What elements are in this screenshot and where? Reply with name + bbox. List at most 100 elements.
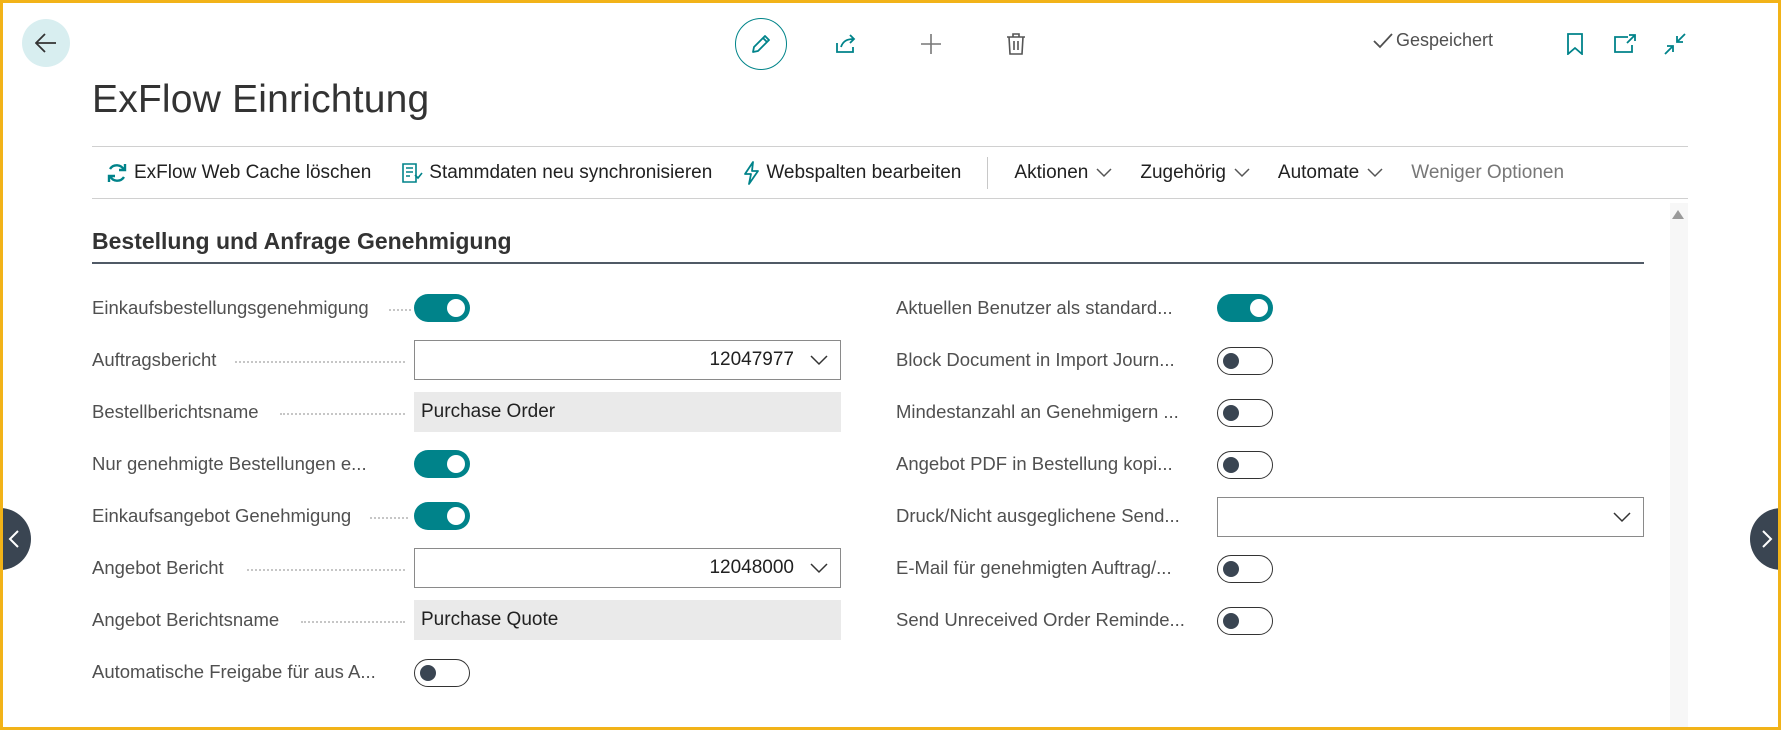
print-unreconciled-select[interactable]: [1217, 497, 1644, 537]
field-label: E-Mail für genehmigten Auftrag/...: [896, 557, 1172, 578]
field-label: Automatische Freigabe für aus A...: [92, 661, 376, 682]
section-divider: [92, 262, 1644, 264]
back-button[interactable]: [22, 19, 70, 67]
min-approvers-toggle[interactable]: [1217, 399, 1273, 427]
document-sync-icon: [402, 162, 423, 183]
field-row: Angebot Berichtsname: [92, 600, 279, 640]
related-menu-label: Zugehörig: [1140, 161, 1226, 183]
field-label: Aktuellen Benutzer als standard...: [896, 297, 1173, 318]
only-approved-orders-toggle[interactable]: [414, 450, 470, 478]
share-icon: [836, 34, 856, 53]
chevron-down-icon: [810, 562, 828, 573]
actions-menu-label: Aktionen: [1014, 161, 1089, 183]
field-row: Einkaufsangebot Genehmigung: [92, 496, 351, 536]
field-row: Auftragsbericht: [92, 340, 216, 380]
quote-report-select[interactable]: 12048000: [414, 548, 841, 588]
automate-menu-label: Automate: [1277, 161, 1360, 183]
block-document-toggle[interactable]: [1217, 347, 1273, 375]
window-controls: [1550, 28, 1700, 60]
resync-label: Stammdaten neu synchronisieren: [429, 161, 713, 183]
scroll-up-arrow-icon[interactable]: [1672, 210, 1684, 219]
lightning-icon: [744, 160, 760, 185]
order-report-value: 12047977: [709, 349, 794, 370]
delete-button[interactable]: [990, 18, 1042, 70]
bookmark-button[interactable]: [1550, 28, 1600, 60]
field-label: Block Document in Import Journ...: [896, 349, 1175, 370]
open-new-window-button[interactable]: [1600, 28, 1650, 60]
previous-record-button[interactable]: [0, 508, 31, 570]
field-row: Block Document in Import Journ...: [896, 340, 1175, 380]
chevron-down-icon: [1234, 167, 1250, 177]
saved-status: Gespeichert: [1373, 30, 1493, 51]
automatic-release-toggle[interactable]: [414, 659, 470, 687]
next-record-button[interactable]: [1750, 508, 1781, 570]
bookmark-icon: [1567, 33, 1583, 55]
leader-dots: [389, 309, 411, 311]
actions-menu[interactable]: Aktionen: [1000, 162, 1126, 184]
field-row: Bestellberichtsname: [92, 392, 259, 432]
field-row: Angebot Bericht: [92, 548, 224, 588]
related-menu[interactable]: Zugehörig: [1126, 162, 1264, 184]
leader-dots: [235, 361, 405, 363]
section-title: Bestellung und Anfrage Genehmigung: [92, 228, 512, 254]
clear-cache-action[interactable]: ExFlow Web Cache löschen: [92, 147, 387, 198]
quote-approval-toggle[interactable]: [414, 502, 470, 530]
leader-dots: [280, 413, 405, 415]
fewer-options-button[interactable]: Weniger Optionen: [1397, 162, 1578, 184]
field-row: Angebot PDF in Bestellung kopi...: [896, 444, 1173, 484]
field-label: Mindestanzahl an Genehmigern ...: [896, 401, 1179, 422]
saved-label: Gespeichert: [1396, 30, 1494, 50]
edit-button[interactable]: [735, 18, 787, 70]
top-actions: [735, 18, 1075, 70]
chevron-right-icon: [1762, 530, 1773, 548]
arrow-left-icon: [35, 33, 56, 53]
field-row: Mindestanzahl an Genehmigern ...: [896, 392, 1179, 432]
field-label: Angebot PDF in Bestellung kopi...: [896, 453, 1173, 474]
field-label: Einkaufsangebot Genehmigung: [92, 505, 352, 526]
share-button[interactable]: [820, 18, 872, 70]
trash-icon: [1007, 33, 1025, 55]
vertical-scrollbar[interactable]: [1670, 203, 1688, 730]
pencil-icon: [752, 35, 770, 53]
order-report-select[interactable]: 12047977: [414, 340, 841, 380]
chevron-down-icon: [1367, 167, 1383, 177]
quote-report-name: Purchase Quote: [414, 600, 841, 640]
action-separator: [987, 156, 989, 189]
field-label: Send Unreceived Order Reminde...: [896, 609, 1185, 630]
edit-columns-label: Webspalten bearbeiten: [766, 161, 962, 183]
field-row: Nur genehmigte Bestellungen e...: [92, 444, 367, 484]
chevron-down-icon: [810, 354, 828, 365]
field-row: Send Unreceived Order Reminde...: [896, 600, 1185, 640]
field-row: Aktuellen Benutzer als standard...: [896, 288, 1173, 328]
purchase-order-approval-toggle[interactable]: [414, 294, 470, 322]
leader-dots: [370, 517, 408, 519]
collapse-button[interactable]: [1650, 28, 1700, 60]
chevron-down-icon: [1613, 511, 1631, 522]
clear-cache-label: ExFlow Web Cache löschen: [134, 161, 372, 183]
field-row: Einkaufsbestellungsgenehmigung: [92, 288, 369, 328]
current-user-default-toggle[interactable]: [1217, 294, 1273, 322]
field-label: Angebot Berichtsname: [92, 609, 280, 630]
edit-columns-action[interactable]: Webspalten bearbeiten: [728, 147, 977, 198]
copy-quote-pdf-toggle[interactable]: [1217, 451, 1273, 479]
email-approved-order-toggle[interactable]: [1217, 555, 1273, 583]
open-in-new-icon: [1614, 34, 1636, 53]
unreceived-order-reminder-toggle[interactable]: [1217, 607, 1273, 635]
quote-report-value: 12048000: [709, 557, 794, 578]
field-row: E-Mail für genehmigten Auftrag/...: [896, 548, 1172, 588]
field-label: Auftragsbericht: [92, 349, 217, 370]
action-bar: ExFlow Web Cache löschen Stammdaten neu …: [92, 146, 1688, 199]
field-row: Automatische Freigabe für aus A...: [92, 652, 376, 692]
field-label: Druck/Nicht ausgeglichene Send...: [896, 505, 1180, 526]
field-label: Nur genehmigte Bestellungen e...: [92, 453, 367, 474]
order-report-name: Purchase Order: [414, 392, 841, 432]
field-label: Bestellberichtsname: [92, 401, 259, 422]
refresh-icon: [107, 163, 127, 182]
chevron-down-icon: [1096, 167, 1112, 177]
resync-action[interactable]: Stammdaten neu synchronisieren: [387, 147, 728, 198]
new-button[interactable]: [905, 18, 957, 70]
collapse-icon: [1664, 33, 1686, 55]
automate-menu[interactable]: Automate: [1264, 162, 1397, 184]
field-label: Einkaufsbestellungsgenehmigung: [92, 297, 369, 318]
field-row: Druck/Nicht ausgeglichene Send...: [896, 496, 1180, 536]
